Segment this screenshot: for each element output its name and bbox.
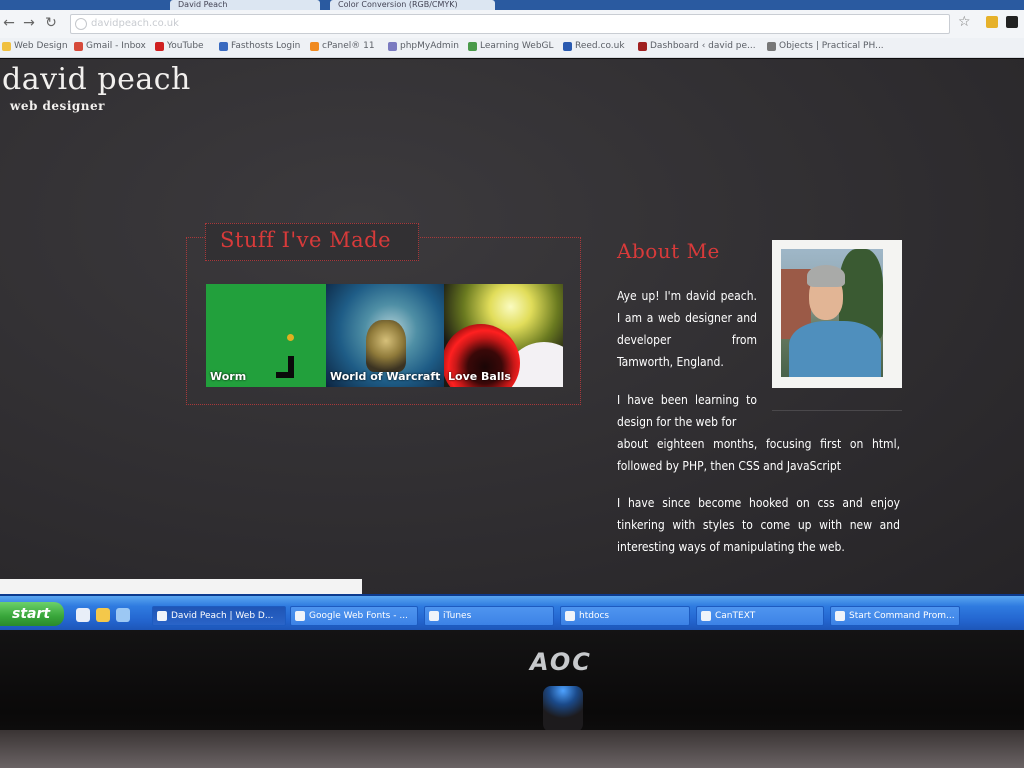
site-title[interactable]: david peach <box>2 62 191 97</box>
bookmark-learning-webgl[interactable]: Learning WebGL <box>468 41 554 51</box>
about-paragraph-2-end: about eighteen months, focusing first on… <box>617 437 900 473</box>
about-paragraph-2-start: I have been learning to design for the w… <box>617 393 757 429</box>
folder-icon <box>565 611 575 621</box>
worm-food <box>287 334 294 341</box>
back-icon[interactable]: ← <box>0 14 18 32</box>
reload-icon[interactable]: ↻ <box>42 14 60 32</box>
tab-color-conversion[interactable]: Color Conversion (RGB/CMYK) <box>330 0 495 10</box>
bookmark-dashboard[interactable]: Dashboard ‹ david pe... <box>638 41 756 51</box>
gmail-icon <box>74 41 83 51</box>
reed-icon <box>563 41 572 51</box>
menu-icon[interactable] <box>1006 16 1018 28</box>
cantext-icon <box>701 611 711 621</box>
project-love-balls[interactable]: Love Balls <box>444 284 563 387</box>
photo-image <box>781 249 883 377</box>
project-label: World of Warcraft <box>330 370 441 383</box>
task-htdocs[interactable]: htdocs <box>560 606 690 626</box>
horizontal-scrollbar[interactable] <box>0 579 362 594</box>
fasthosts-icon <box>219 41 228 51</box>
project-label: Love Balls <box>448 370 511 383</box>
monitor-logo: AOC <box>530 648 592 676</box>
start-button[interactable]: start <box>0 602 64 626</box>
chrome-quicklaunch-icon[interactable] <box>96 608 110 622</box>
address-bar[interactable]: davidpeach.co.uk <box>70 14 950 34</box>
task-itunes[interactable]: iTunes <box>424 606 554 626</box>
browser-toolbar: ← → ↻ davidpeach.co.uk <box>0 10 1024 38</box>
worm-snake <box>276 356 294 378</box>
command-prompt-icon <box>835 611 845 621</box>
bookmark-fasthosts[interactable]: Fasthosts Login <box>219 41 300 51</box>
power-led-icon[interactable] <box>543 686 583 732</box>
browser-tabstrip: David Peach Color Conversion (RGB/CMYK) <box>0 0 1024 10</box>
photo-hat <box>807 265 845 287</box>
wordpress-icon <box>638 41 647 51</box>
bookmark-youtube[interactable]: YouTube <box>155 41 204 51</box>
tab-label: Color Conversion (RGB/CMYK) <box>338 0 458 9</box>
photo-divider <box>772 410 902 411</box>
chrome-icon <box>295 611 305 621</box>
about-heading: About Me <box>617 239 720 263</box>
bookmark-objects[interactable]: Objects | Practical PH... <box>767 41 884 51</box>
extension-icon[interactable] <box>986 16 998 28</box>
web-page: david peach web designer Stuff I've Made… <box>0 59 1024 594</box>
forward-icon[interactable]: → <box>20 14 38 32</box>
show-desktop-icon[interactable] <box>76 608 90 622</box>
bookmark-web-design[interactable]: Web Design <box>2 41 68 51</box>
tab-label: David Peach <box>178 0 228 9</box>
task-cantext[interactable]: CanTEXT <box>696 606 824 626</box>
bookmark-reed[interactable]: Reed.co.uk <box>563 41 625 51</box>
youtube-icon <box>155 41 164 51</box>
webgl-icon <box>468 41 477 51</box>
phpmyadmin-icon <box>388 41 397 51</box>
bookmarks-bar: Web Design Gmail - Inbox YouTube Fasthos… <box>0 38 1024 58</box>
project-world-of-warcraft[interactable]: World of Warcraft <box>326 284 444 387</box>
address-text: davidpeach.co.uk <box>91 18 179 29</box>
folder-icon <box>2 41 11 51</box>
desk-surface <box>0 730 1024 768</box>
bookmark-cpanel[interactable]: cPanel® 11 <box>310 41 375 51</box>
bookmark-gmail[interactable]: Gmail - Inbox <box>74 41 146 51</box>
profile-photo <box>772 240 902 388</box>
task-google-web-fonts[interactable]: Google Web Fonts - ... <box>290 606 418 626</box>
warcraft-character <box>366 320 406 372</box>
site-subtitle: web designer <box>10 99 105 113</box>
tab-david-peach[interactable]: David Peach <box>170 0 320 10</box>
cpanel-icon <box>310 41 319 51</box>
bookmark-star-icon[interactable]: ☆ <box>958 14 971 30</box>
task-command-prompt[interactable]: Start Command Prom... <box>830 606 960 626</box>
page-icon <box>75 18 87 30</box>
task-chrome-david-peach[interactable]: David Peach | Web D... <box>152 606 286 626</box>
photo-body <box>789 321 881 377</box>
project-label: Worm <box>210 370 247 383</box>
itunes-icon <box>429 611 439 621</box>
bookmark-phpmyadmin[interactable]: phpMyAdmin <box>388 41 459 51</box>
chrome-icon <box>157 611 167 621</box>
projects-heading: Stuff I've Made <box>220 228 391 252</box>
about-paragraph-3: I have since become hooked on css and en… <box>617 496 900 554</box>
taskbar: start David Peach | Web D... Google Web … <box>0 594 1024 630</box>
project-worm[interactable]: Worm <box>206 284 326 387</box>
about-paragraph-1: Aye up! I'm david peach. I am a web desi… <box>617 289 757 369</box>
ie-quicklaunch-icon[interactable] <box>116 608 130 622</box>
page-icon <box>767 41 776 51</box>
